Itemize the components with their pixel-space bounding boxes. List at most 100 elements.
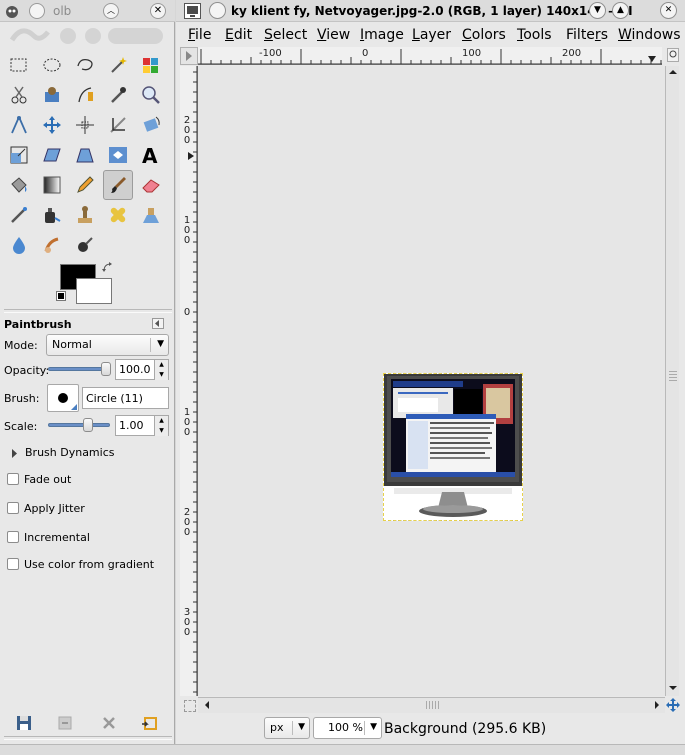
scroll-down-icon[interactable]	[667, 682, 679, 694]
menu-file[interactable]: File	[188, 27, 211, 43]
brush-preview-button[interactable]	[47, 384, 79, 412]
perspective-tool[interactable]	[70, 140, 100, 170]
measure-tool[interactable]	[4, 110, 34, 140]
decrement-icon[interactable]: ▼	[154, 370, 168, 380]
zoom-tool[interactable]	[136, 80, 166, 110]
bucket-fill-tool[interactable]	[4, 170, 34, 200]
perspective-clone-tool[interactable]	[136, 200, 166, 230]
menu-colors[interactable]: Colors	[462, 27, 506, 43]
eraser-tool[interactable]	[136, 170, 166, 200]
ruler-ticks	[193, 66, 198, 696]
scroll-right-icon[interactable]	[651, 699, 663, 711]
pin-button[interactable]	[209, 2, 226, 19]
minimize-button[interactable]: ▼	[589, 2, 606, 19]
foreground-select-tool[interactable]	[37, 80, 67, 110]
scale-slider-handle[interactable]	[83, 418, 93, 432]
navigate-icon[interactable]	[666, 698, 680, 712]
zoom-fit-button[interactable]	[667, 48, 679, 62]
reset-colors-icon[interactable]	[56, 291, 66, 301]
apply-jitter-checkbox[interactable]	[7, 502, 19, 514]
decrement-icon[interactable]: ▼	[154, 426, 168, 436]
vertical-scrollbar[interactable]	[665, 66, 679, 696]
incremental-checkbox[interactable]	[7, 531, 19, 543]
menu-layer[interactable]: Layer	[412, 27, 451, 43]
image-canvas[interactable]	[383, 373, 523, 521]
align-tool[interactable]	[70, 110, 100, 140]
delete-options-icon[interactable]	[100, 714, 120, 734]
crop-tool[interactable]	[103, 110, 133, 140]
scrollbar-grip[interactable]	[426, 701, 440, 709]
menu-filters[interactable]: Filters	[566, 27, 608, 43]
quick-mask-corner[interactable]	[180, 47, 198, 65]
brush-name-field[interactable]: Circle (11)	[82, 387, 169, 409]
blur-sharpen-tool[interactable]	[4, 230, 34, 260]
save-options-icon[interactable]	[15, 714, 35, 734]
scale-tool[interactable]	[4, 140, 34, 170]
mode-combo[interactable]: Normal ▼	[46, 334, 169, 356]
dodge-burn-tool[interactable]	[70, 230, 100, 260]
scroll-up-icon[interactable]	[667, 66, 679, 78]
menu-tools[interactable]: Tools	[517, 27, 552, 43]
use-color-from-gradient-checkbox[interactable]	[7, 558, 19, 570]
increment-icon[interactable]: ▲	[154, 360, 168, 370]
horizontal-scrollbar[interactable]	[198, 697, 665, 713]
swap-colors-icon[interactable]	[102, 262, 114, 274]
tool-options-menu-button[interactable]	[152, 318, 164, 329]
close-button[interactable]: ✕	[150, 3, 166, 19]
menu-view[interactable]: View	[317, 27, 350, 43]
reset-options-icon[interactable]	[141, 714, 161, 734]
select-by-color-tool[interactable]	[136, 50, 166, 80]
paintbrush-tool[interactable]	[103, 170, 133, 200]
ink-tool[interactable]	[37, 200, 67, 230]
scissors-select-tool[interactable]	[4, 80, 34, 110]
restore-options-icon[interactable]	[56, 714, 76, 734]
ellipse-select-tool[interactable]	[37, 50, 67, 80]
opacity-spinbutton[interactable]: 100.0 ▲ ▼	[115, 359, 169, 380]
wilber-drop-area[interactable]	[8, 24, 168, 46]
unit-combo[interactable]: px ▼	[264, 717, 310, 739]
scrollbar-grip[interactable]	[669, 371, 677, 383]
canvas-area[interactable]	[198, 66, 665, 696]
heal-tool[interactable]	[103, 200, 133, 230]
opacity-slider-handle[interactable]	[101, 362, 111, 376]
apply-jitter-label: Apply Jitter	[24, 502, 85, 515]
brush-dynamics-expander[interactable]: Brush Dynamics	[10, 446, 160, 462]
maximize-button[interactable]: ▲	[612, 2, 629, 19]
window-menu-button[interactable]	[29, 3, 45, 19]
flip-tool[interactable]	[103, 140, 133, 170]
scale-slider[interactable]	[48, 423, 110, 427]
text-tool[interactable]: A	[136, 140, 166, 170]
airbrush-tool[interactable]	[4, 200, 34, 230]
move-tool[interactable]	[37, 110, 67, 140]
menu-select[interactable]: Select	[264, 27, 307, 43]
zoom-combo[interactable]: 100 % ▼	[313, 717, 382, 739]
scale-spinbutton[interactable]: 1.00 ▲ ▼	[115, 415, 169, 436]
paths-tool[interactable]	[70, 80, 100, 110]
menu-mnemonic: I	[360, 27, 365, 43]
horizontal-ruler[interactable]: -100 0 100 200	[198, 47, 662, 65]
close-button[interactable]: ✕	[660, 2, 677, 19]
color-picker-tool[interactable]	[103, 80, 133, 110]
menu-windows[interactable]: Windows	[618, 27, 681, 43]
blend-tool[interactable]	[37, 170, 67, 200]
background-color-swatch[interactable]	[76, 278, 112, 304]
free-select-tool[interactable]	[70, 50, 100, 80]
clone-tool[interactable]	[70, 200, 100, 230]
rotate-tool[interactable]	[136, 110, 166, 140]
menu-edit[interactable]: Edit	[225, 27, 252, 43]
shear-tool[interactable]	[37, 140, 67, 170]
smudge-tool[interactable]	[37, 230, 67, 260]
quick-mask-toggle[interactable]	[184, 700, 196, 712]
menu-image[interactable]: Image	[360, 27, 404, 43]
fade-out-checkbox[interactable]	[7, 473, 19, 485]
rect-select-tool[interactable]	[4, 50, 34, 80]
increment-icon[interactable]: ▲	[154, 416, 168, 426]
pencil-tool[interactable]	[70, 170, 100, 200]
window-icon[interactable]	[184, 3, 201, 19]
minimize-button[interactable]: ︿	[103, 3, 119, 19]
image-window-titlebar: ky klient fy, Netvoyager.jpg-2.0 (RGB, 1…	[176, 0, 685, 22]
scroll-left-icon[interactable]	[201, 699, 213, 711]
vertical-ruler[interactable]: 200200 100100 00 100100 200200 300300	[180, 66, 198, 696]
zoom-icon	[669, 50, 677, 58]
fuzzy-select-tool[interactable]	[103, 50, 133, 80]
